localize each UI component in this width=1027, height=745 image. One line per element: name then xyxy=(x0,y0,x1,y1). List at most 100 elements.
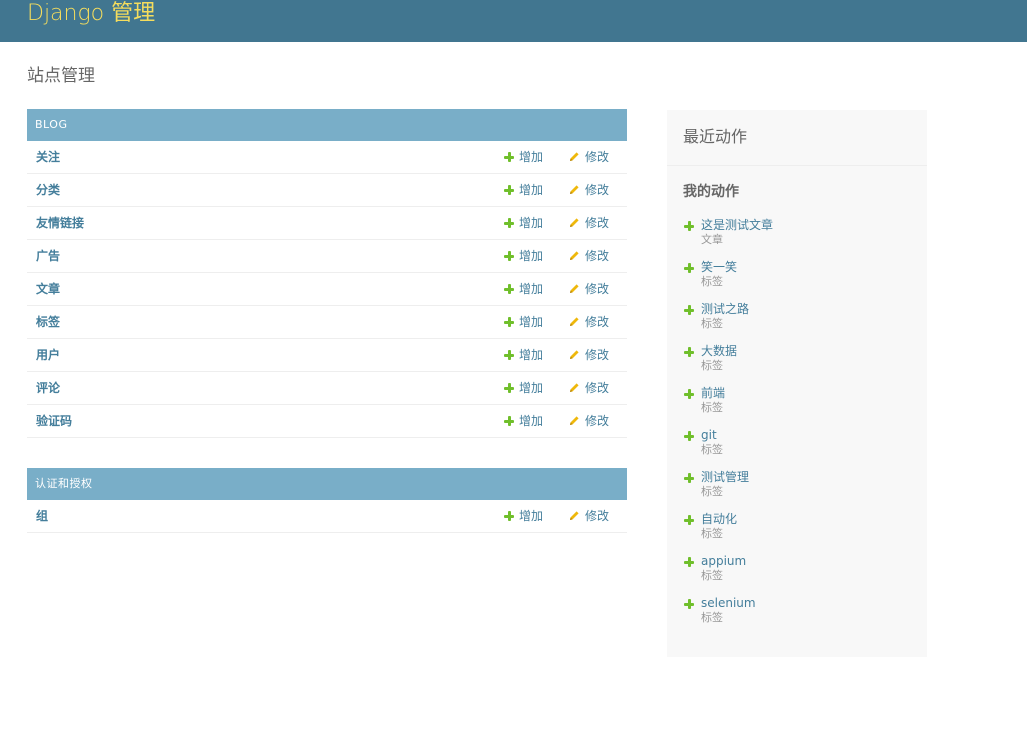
model-row: 用户 增加 修改 xyxy=(27,339,627,372)
action-type: 标签 xyxy=(701,401,723,414)
add-label: 增加 xyxy=(519,509,544,523)
pencil-icon xyxy=(570,251,579,260)
model-row: 组 增加 修改 xyxy=(27,500,627,533)
add-label: 增加 xyxy=(519,150,544,164)
pencil-icon xyxy=(570,317,579,326)
plus-icon xyxy=(684,347,694,357)
add-label: 增加 xyxy=(519,381,544,395)
change-link[interactable]: 修改 xyxy=(569,273,609,305)
add-link[interactable]: 增加 xyxy=(504,141,543,173)
action-item: 这是测试文章 文章 xyxy=(683,217,913,253)
change-label: 修改 xyxy=(585,381,610,395)
model-row: 分类 增加 修改 xyxy=(27,174,627,207)
model-link[interactable]: 组 xyxy=(36,500,48,532)
model-link[interactable]: 关注 xyxy=(36,141,60,173)
add-link[interactable]: 增加 xyxy=(504,306,543,338)
change-link[interactable]: 修改 xyxy=(569,240,609,272)
model-link[interactable]: 分类 xyxy=(36,174,60,206)
add-link[interactable]: 增加 xyxy=(504,240,543,272)
page-title: 站点管理 xyxy=(27,66,95,86)
change-link[interactable]: 修改 xyxy=(569,500,609,532)
action-item: 测试之路 标签 xyxy=(683,301,913,337)
model-link[interactable]: 用户 xyxy=(36,339,60,371)
add-label: 增加 xyxy=(519,282,544,296)
change-label: 修改 xyxy=(585,348,610,362)
action-type: 标签 xyxy=(701,527,723,540)
change-link[interactable]: 修改 xyxy=(569,207,609,239)
add-label: 增加 xyxy=(519,249,544,263)
plus-icon xyxy=(504,317,514,327)
plus-icon xyxy=(504,185,514,195)
plus-icon xyxy=(504,350,514,360)
action-link[interactable]: 测试之路 xyxy=(701,301,749,317)
pencil-icon xyxy=(570,185,579,194)
module-blog: BLOG 关注 增加 修改 分类 增加 修改 友情链接 增加 修改 广告 增加 … xyxy=(27,109,627,438)
action-type: 标签 xyxy=(701,275,723,288)
add-label: 增加 xyxy=(519,414,544,428)
action-item: 自动化 标签 xyxy=(683,511,913,547)
plus-icon xyxy=(684,515,694,525)
plus-icon xyxy=(684,305,694,315)
plus-icon xyxy=(504,218,514,228)
action-link[interactable]: 这是测试文章 xyxy=(701,217,773,233)
change-link[interactable]: 修改 xyxy=(569,372,609,404)
change-link[interactable]: 修改 xyxy=(569,339,609,371)
action-link[interactable]: appium xyxy=(701,553,746,569)
model-link[interactable]: 文章 xyxy=(36,273,60,305)
model-link[interactable]: 评论 xyxy=(36,372,60,404)
recent-actions-title: 最近动作 xyxy=(683,127,748,146)
pencil-icon xyxy=(570,284,579,293)
action-type: 文章 xyxy=(701,233,723,246)
change-link[interactable]: 修改 xyxy=(569,405,609,437)
action-type: 标签 xyxy=(701,317,723,330)
action-type: 标签 xyxy=(701,611,723,624)
add-link[interactable]: 增加 xyxy=(504,207,543,239)
change-label: 修改 xyxy=(585,249,610,263)
action-item: 笑一笑 标签 xyxy=(683,259,913,295)
action-link[interactable]: 自动化 xyxy=(701,511,737,527)
action-type: 标签 xyxy=(701,569,723,582)
action-item: 大数据 标签 xyxy=(683,343,913,379)
action-link[interactable]: git xyxy=(701,427,717,443)
pencil-icon xyxy=(570,511,579,520)
module-caption-blog[interactable]: BLOG xyxy=(27,109,627,141)
model-link[interactable]: 验证码 xyxy=(36,405,72,437)
model-row: 标签 增加 修改 xyxy=(27,306,627,339)
action-item: selenium 标签 xyxy=(683,595,913,631)
site-name-link[interactable]: Django 管理 xyxy=(27,0,155,28)
change-label: 修改 xyxy=(585,183,610,197)
model-row: 广告 增加 修改 xyxy=(27,240,627,273)
action-link[interactable]: 笑一笑 xyxy=(701,259,737,275)
change-link[interactable]: 修改 xyxy=(569,141,609,173)
action-item: git 标签 xyxy=(683,427,913,463)
pencil-icon xyxy=(570,350,579,359)
action-link[interactable]: 大数据 xyxy=(701,343,737,359)
model-link[interactable]: 标签 xyxy=(36,306,60,338)
add-link[interactable]: 增加 xyxy=(504,500,543,532)
module-caption-auth[interactable]: 认证和授权 xyxy=(27,468,627,500)
model-row: 文章 增加 修改 xyxy=(27,273,627,306)
plus-icon xyxy=(684,473,694,483)
pencil-icon xyxy=(570,218,579,227)
model-row: 关注 增加 修改 xyxy=(27,141,627,174)
change-link[interactable]: 修改 xyxy=(569,306,609,338)
add-link[interactable]: 增加 xyxy=(504,273,543,305)
pencil-icon xyxy=(570,383,579,392)
add-link[interactable]: 增加 xyxy=(504,339,543,371)
plus-icon xyxy=(684,431,694,441)
change-label: 修改 xyxy=(585,414,610,428)
model-link[interactable]: 友情链接 xyxy=(36,207,84,239)
add-link[interactable]: 增加 xyxy=(504,405,543,437)
action-link[interactable]: 前端 xyxy=(701,385,725,401)
action-link[interactable]: selenium xyxy=(701,595,756,611)
model-row: 验证码 增加 修改 xyxy=(27,405,627,438)
add-link[interactable]: 增加 xyxy=(504,372,543,404)
recent-actions-panel: 最近动作 我的动作 这是测试文章 文章 笑一笑 标签 测试之路 标签 大数据 标… xyxy=(667,110,927,657)
action-link[interactable]: 测试管理 xyxy=(701,469,749,485)
plus-icon xyxy=(504,152,514,162)
change-link[interactable]: 修改 xyxy=(569,174,609,206)
add-link[interactable]: 增加 xyxy=(504,174,543,206)
add-label: 增加 xyxy=(519,183,544,197)
model-link[interactable]: 广告 xyxy=(36,240,60,272)
plus-icon xyxy=(504,284,514,294)
